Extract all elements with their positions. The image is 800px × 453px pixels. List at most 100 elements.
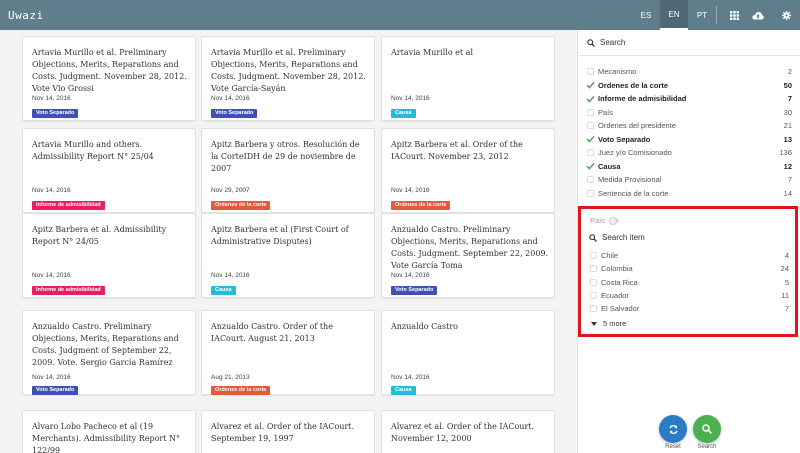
checkbox[interactable]: [586, 108, 595, 117]
checkbox[interactable]: [589, 251, 598, 260]
caret-down-icon: [591, 321, 597, 326]
document-card[interactable]: Alvaro Lobo Pacheco et al (19 Merchants)…: [22, 410, 196, 453]
card-type-badge: Voto Separado: [211, 109, 258, 118]
document-card[interactable]: Artavia Murillo et al. Preliminary Objec…: [22, 36, 196, 121]
checkbox[interactable]: [586, 67, 595, 76]
card-date: Aug 21, 2013: [211, 374, 250, 381]
checkbox[interactable]: [586, 189, 595, 198]
search-icon: [587, 38, 595, 47]
card-title: Artavia Murillo et al. Preliminary Objec…: [32, 48, 187, 93]
checkbox[interactable]: [586, 148, 595, 157]
checkmark-icon[interactable]: [586, 94, 595, 103]
document-card[interactable]: Artavia Murillo et al. Preliminary Objec…: [201, 36, 375, 121]
card-title: Anzualdo Castro. Preliminary Objections,…: [391, 225, 549, 270]
search-label: Search: [697, 444, 717, 450]
document-card[interactable]: Apitz Barbera y otros. Resolución de la …: [201, 128, 375, 213]
lang-pt[interactable]: PT: [688, 0, 716, 30]
filter-option-informe-de-admisibilidad[interactable]: Informe de admisibilidad 7: [586, 92, 792, 106]
card-date: Nov 14, 2016: [391, 187, 430, 194]
card-date: Nov 14, 2016: [391, 374, 430, 381]
card-type-badge: Ordenes de la corte: [211, 201, 271, 210]
card-date: Nov 14, 2016: [32, 374, 71, 381]
checkmark-icon[interactable]: [586, 81, 595, 90]
filter-option-ordenes-del-presidente[interactable]: Ordenes del presidente 21: [586, 119, 792, 133]
card-date: Nov 14, 2016: [391, 95, 430, 102]
language-switcher: ES EN PT: [632, 0, 716, 30]
checkbox[interactable]: [586, 121, 595, 130]
top-navbar: Uwazi ES EN PT: [0, 0, 800, 30]
reset-button[interactable]: [659, 415, 687, 443]
filter-option-medida-provisional[interactable]: Medida Provisional 7: [586, 173, 792, 187]
card-title: Anzualdo Castro. Order of the IACourt. A…: [211, 322, 333, 343]
card-title: Apitz Barbera y otros. Resolución de la …: [211, 140, 360, 173]
checkbox[interactable]: [589, 264, 598, 273]
card-title: Alvaro Lobo Pacheco et al (19 Merchants)…: [32, 422, 180, 453]
card-date: Nov 14, 2016: [32, 272, 71, 279]
filter-option-mecanismo[interactable]: Mecanismo 2: [586, 65, 792, 79]
card-date: Nov 14, 2016: [391, 272, 430, 279]
document-card[interactable]: Artavia Murillo et al Nov 14, 2016 Causa: [381, 36, 555, 121]
checkmark-icon[interactable]: [586, 162, 595, 171]
filter-option-sentencia-de-la-corte[interactable]: Sentencia de la corte 14: [586, 187, 792, 201]
search-icon: [589, 233, 597, 242]
card-type-badge: Voto Separado: [32, 109, 79, 118]
card-type-badge: Informe de admisibilidad: [32, 286, 105, 295]
sidebar-search[interactable]: Search: [578, 30, 800, 56]
lang-en[interactable]: EN: [660, 0, 688, 30]
show-more-link[interactable]: 5 more: [591, 319, 626, 328]
card-type-badge: Ordenes de la corte: [391, 201, 451, 210]
filters-sidebar: Search Mecanismo 2 Ordenes de la corte 5…: [577, 30, 800, 453]
app-logo[interactable]: Uwazi: [8, 9, 44, 22]
card-title: Apitz Barbera et al (First Court of Admi…: [211, 225, 349, 246]
document-card[interactable]: Anzualdo Castro Nov 14, 2016 Causa: [381, 310, 555, 395]
pais-search-item[interactable]: Search item: [589, 233, 645, 242]
document-card[interactable]: Apitz Barbera et al. Admissibility Repor…: [22, 213, 196, 298]
filter-option-juez-comisionado[interactable]: Juez y/o Comisionado 136: [586, 146, 792, 160]
card-title: Alvarez et al. Order of the IACourt. Sep…: [211, 422, 355, 443]
checkmark-icon[interactable]: [586, 135, 595, 144]
checkbox[interactable]: [586, 175, 595, 184]
card-title: Alvarez et al. Order of the IACourt. Nov…: [391, 422, 535, 443]
document-card[interactable]: Apitz Barbera et al (First Court of Admi…: [201, 213, 375, 298]
card-title: Apitz Barbera et al. Admissibility Repor…: [32, 225, 167, 246]
document-card[interactable]: Anzualdo Castro. Preliminary Objections,…: [381, 213, 555, 298]
and-or-toggle[interactable]: [609, 217, 620, 225]
card-type-badge: Causa: [391, 386, 416, 395]
document-card[interactable]: Anzualdo Castro. Order of the IACourt. A…: [201, 310, 375, 395]
document-type-filter: Mecanismo 2 Ordenes de la corte 50 Infor…: [586, 65, 792, 200]
search-icon: [702, 424, 712, 434]
card-type-badge: Voto Separado: [32, 386, 79, 395]
pais-option-ecuador[interactable]: Ecuador 11: [589, 289, 789, 302]
pais-option-el-salvador[interactable]: El Salvador 7: [589, 302, 789, 315]
card-title: Artavia Murillo and others. Admissibilit…: [32, 140, 154, 161]
card-title: Anzualdo Castro. Preliminary Objections,…: [32, 322, 179, 367]
filter-option-ordenes-de-la-corte[interactable]: Ordenes de la corte 50: [586, 79, 792, 93]
filter-option-causa[interactable]: Causa 12: [586, 160, 792, 174]
gear-icon[interactable]: [772, 0, 800, 30]
card-date: Nov 14, 2016: [32, 187, 71, 194]
cloud-upload-icon[interactable]: [744, 0, 772, 30]
pais-filter-highlighted: País Search item Chile 4 Colombia 24 Cos…: [578, 206, 798, 337]
filter-option-pais[interactable]: País 30: [586, 106, 792, 120]
card-title: Artavia Murillo et al. Preliminary Objec…: [211, 48, 366, 93]
pais-option-colombia[interactable]: Colombia 24: [589, 262, 789, 275]
document-card[interactable]: Artavia Murillo and others. Admissibilit…: [22, 128, 196, 213]
lang-es[interactable]: ES: [632, 0, 660, 30]
card-date: Nov 14, 2016: [211, 272, 250, 279]
pais-option-costa-rica[interactable]: Costa Rica 5: [589, 276, 789, 289]
card-type-badge: Voto Separado: [391, 286, 438, 295]
document-card[interactable]: Alvarez et al. Order of the IACourt. Sep…: [201, 410, 375, 453]
checkbox[interactable]: [589, 291, 598, 300]
checkbox[interactable]: [589, 278, 598, 287]
checkbox[interactable]: [589, 304, 598, 313]
search-button[interactable]: [693, 415, 721, 443]
document-card[interactable]: Apitz Barbera et al. Order of the IACour…: [381, 128, 555, 213]
document-card[interactable]: Anzualdo Castro. Preliminary Objections,…: [22, 310, 196, 395]
pais-option-chile[interactable]: Chile 4: [589, 249, 789, 262]
document-card[interactable]: Alvarez et al. Order of the IACourt. Nov…: [381, 410, 555, 453]
pais-options: Chile 4 Colombia 24 Costa Rica 5 Ecuador…: [589, 249, 789, 315]
card-date: Nov 14, 2016: [32, 95, 71, 102]
pais-filter-title: País: [590, 216, 620, 225]
filter-option-voto-separado[interactable]: Voto Separado 13: [586, 133, 792, 147]
refresh-icon: [668, 424, 678, 434]
